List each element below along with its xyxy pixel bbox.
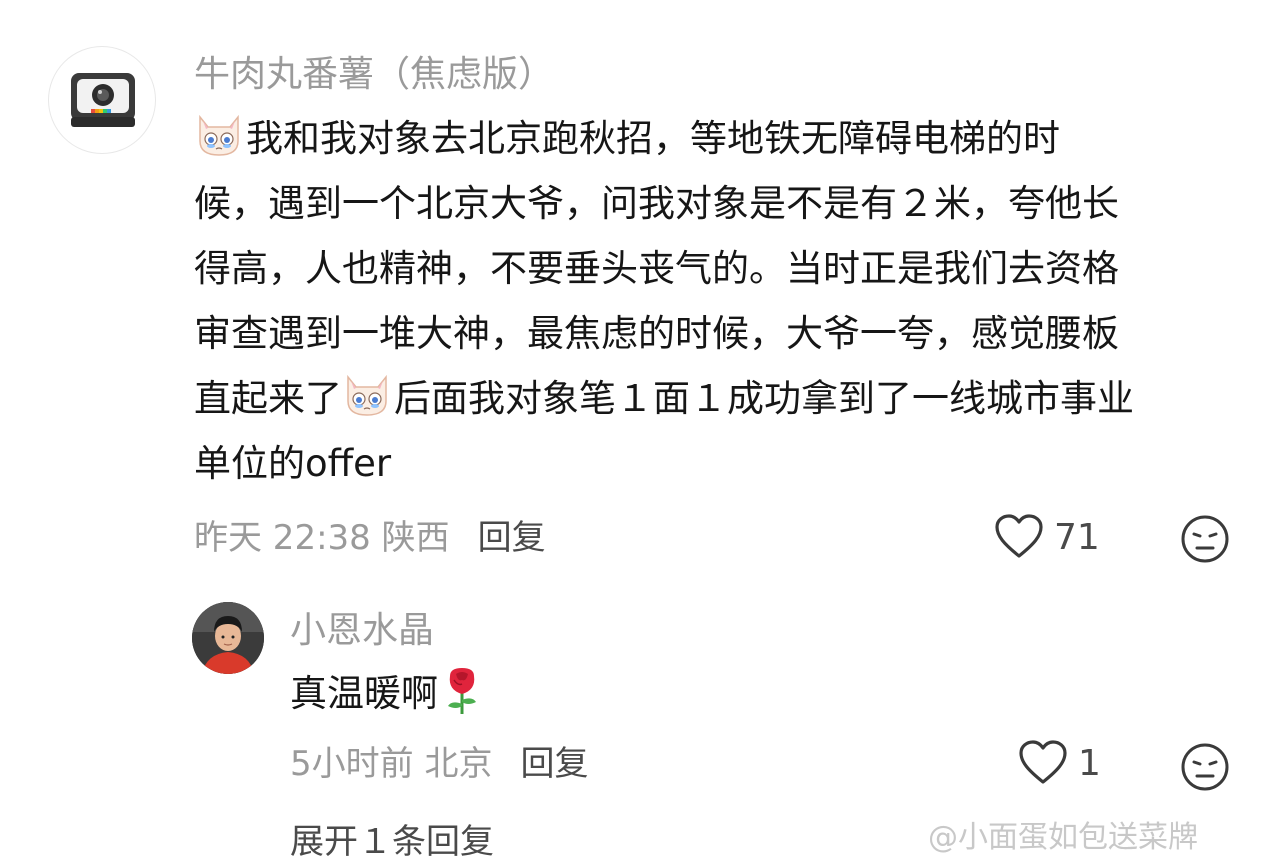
commenter-username[interactable]: 牛肉丸番薯（焦虑版） [194,50,554,100]
comment-line-text: 直起来了 [194,377,342,420]
comment-line: 候，遇到一个北京大爷，问我对象是不是有２米，夸他长 [194,182,1119,225]
comment-body: 我和我对象去北京跑秋招，等地铁无障碍电梯的时 候，遇到一个北京大爷，问我对象是不… [194,106,1244,496]
reply-body-text: 真温暖啊 [290,672,438,715]
heart-icon [995,514,1043,558]
expressionless-face-icon[interactable] [1180,514,1230,564]
comment-time-location: 昨天 22:38 陕西 [194,518,450,558]
comment-line: 单位的offer [194,442,392,485]
rose-emoji-icon [448,668,476,714]
reply-like-count: 1 [1078,742,1101,784]
crying-cat-emoji-icon [347,374,387,416]
comment-line-text: 我和我对象去北京跑秋招，等地铁无障碍电梯的时 [246,117,1060,160]
comment-line: 得高，人也精神，不要垂头丧气的。当时正是我们去资格 [194,247,1119,290]
expressionless-face-icon[interactable] [1180,742,1230,792]
expand-replies-link[interactable]: 展开１条回复 [290,818,494,866]
comment-meta: 昨天 22:38 陕西 回复 [194,514,546,562]
person-photo-icon [192,602,264,674]
comment-line: 审查遇到一堆大神，最焦虑的时候，大爷一夸，感觉腰板 [194,312,1119,355]
commenter-avatar[interactable] [48,46,156,154]
reply-reply-button[interactable]: 回复 [520,744,588,784]
like-button[interactable]: 71 [994,514,1100,560]
crying-cat-emoji-icon [199,114,239,156]
reply-meta: 5小时前 北京 回复 [290,740,588,788]
reply-commenter-avatar[interactable] [192,602,264,674]
reply-button[interactable]: 回复 [478,518,546,558]
reply-body: 真温暖啊 [290,664,482,724]
comment-line-text: 后面我对象笔１面１成功拿到了一线城市事业 [394,377,1134,420]
comment-line: 我和我对象去北京跑秋招，等地铁无障碍电梯的时 [194,106,1244,171]
heart-icon [1019,740,1067,784]
reply-commenter-username[interactable]: 小恩水晶 [290,606,434,656]
camera-icon [71,73,135,127]
watermark: @小面蛋如包送菜牌 [928,820,1198,855]
reply-time-location: 5小时前 北京 [290,744,493,784]
comment-line: 直起来了 后面我对象笔１面１成功拿到了一线城市事业 [194,366,1244,431]
like-count: 71 [1054,516,1100,558]
reply-like-button[interactable]: 1 [1018,740,1101,786]
